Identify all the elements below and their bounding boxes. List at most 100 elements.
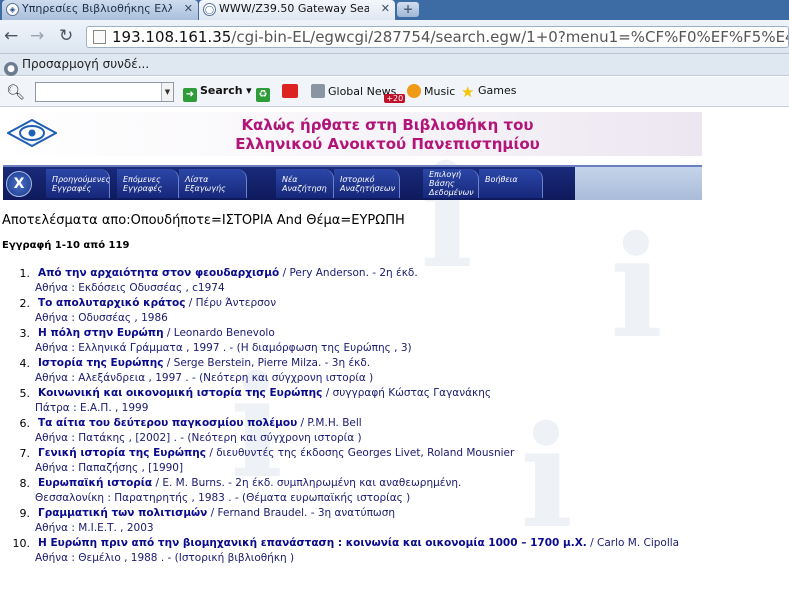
record-title-link[interactable]: Ιστορία της Ευρώπης xyxy=(38,357,163,369)
list-item: 10. Η Ευρώπη πριν από την βιομηχανική επ… xyxy=(0,536,789,566)
news-icon xyxy=(311,84,325,98)
chevron-down-icon[interactable]: ▼ xyxy=(161,83,173,101)
games-label: Games xyxy=(478,84,517,97)
record-responsibility: / Πέρυ Άντερσον xyxy=(185,297,277,309)
nav-export-list[interactable]: Λίστα Εξαγωγής xyxy=(179,169,247,198)
tab-z3950-gateway[interactable]: ◯ WWW/Z39.50 Gateway Sear ✕ xyxy=(199,0,395,20)
toolbar-search-button[interactable]: ➜ Search ▾ xyxy=(183,84,252,102)
nav-new-search[interactable]: Νέα Αναζήτηση xyxy=(276,169,334,198)
music-icon xyxy=(407,84,421,98)
library-navbar: X Προηγούμενες Εγγραφές Επόμενες Εγγραφέ… xyxy=(3,165,702,200)
record-title-link[interactable]: Από την αρχαιότητα στον φεουδαρχισμό xyxy=(38,267,279,279)
record-responsibility: / Fernand Braudel. - 3η ανατύπωση xyxy=(207,507,396,519)
globe-favicon-icon: ◯ xyxy=(203,3,216,16)
toolbar-music-button[interactable]: Music xyxy=(407,84,455,98)
record-number: 1. xyxy=(19,267,31,280)
record-responsibility: / Leonardo Benevolo xyxy=(163,327,275,339)
results-heading: Αποτελέσματα απο:Οπουδήποτε=ΙΣΤΟΡΙΑ And … xyxy=(2,213,405,228)
bookmark-customize[interactable]: ● Προσαρμογή συνδέ... xyxy=(4,57,149,76)
search-icon[interactable]: 🔍︎ xyxy=(6,83,25,101)
list-item: 3. Η πόλη στην Ευρώπη / Leonardo Benevol… xyxy=(0,326,789,356)
tab-library-services[interactable]: ◈ Υπηρεσίες Βιβλιοθήκης Ελλ ✕ xyxy=(2,0,198,20)
tab-title: Υπηρεσίες Βιβλιοθήκης Ελλ xyxy=(22,2,172,15)
address-host: 193.108.161.35 xyxy=(112,28,232,46)
globe-icon: ● xyxy=(4,62,18,76)
list-item: 7. Γενική ιστορία της Ευρώπης / διευθυντ… xyxy=(0,446,789,476)
toolbar-recycle-button[interactable]: ♻ xyxy=(256,84,273,102)
star-icon: ★ xyxy=(461,83,475,101)
forward-arrow-icon[interactable]: → xyxy=(30,27,44,45)
record-number: 7. xyxy=(19,447,31,460)
toolbar-global-news-button[interactable]: Global News+20 xyxy=(311,84,406,103)
record-publication: Αθήνα : Ελληνικά Γράμματα , 1997 . - (Η … xyxy=(35,342,412,354)
record-title-link[interactable]: Κοινωνική και οικονομική ιστορία της Ευρ… xyxy=(38,387,322,399)
record-publication: Αθήνα : Πατάκης , [2002] . - (Νεότερη κα… xyxy=(35,432,362,444)
list-item: 6. Τα αίτια του δεύτερου παγκοσμίου πολέ… xyxy=(0,416,789,446)
address-bar[interactable]: 193.108.161.35/cgi-bin-EL/egwcgi/287754/… xyxy=(86,26,789,48)
banner-university-line: Ελληνικού Ανοικτού Πανεπιστημίου xyxy=(235,135,540,153)
record-responsibility: / συγγραφή Κώστας Γαγανάκης xyxy=(322,387,492,399)
navbar-tail xyxy=(575,167,702,200)
record-publication: Θεσσαλονίκη : Παρατηρητής , 1983 . - (Θέ… xyxy=(35,492,411,504)
record-title-link[interactable]: Η Ευρώπη πριν από την βιομηχανική επανάσ… xyxy=(38,537,587,549)
record-number: 4. xyxy=(19,357,31,370)
reload-icon[interactable]: ↻ xyxy=(59,27,73,45)
bookmark-label: Προσαρμογή συνδέ... xyxy=(22,57,150,71)
list-item: 9. Γραμματική των πολιτισμών / Fernand B… xyxy=(0,506,789,536)
record-publication: Αθήνα : Οδυσσέας , 1986 xyxy=(35,312,168,324)
recycle-icon: ♻ xyxy=(256,88,270,102)
record-title-link[interactable]: Γραμματική των πολιτισμών xyxy=(38,507,207,519)
search-label: Search xyxy=(200,84,243,97)
nav-search-history[interactable]: Ιστορικό Αναζητήσεων xyxy=(334,169,400,198)
arrow-right-icon: ➜ xyxy=(183,88,197,102)
new-tab-button[interactable]: + xyxy=(397,2,419,17)
page-content: i i i i Καλώς ήρθατε στη Βιβλιοθήκη του … xyxy=(0,108,789,590)
youtube-icon xyxy=(282,84,298,98)
record-publication: Αθήνα : Παπαζήσης , [1990] xyxy=(35,462,184,474)
list-item: 5. Κοινωνική και οικονομική ιστορία της … xyxy=(0,386,789,416)
record-title-link[interactable]: Το απολυταρχικό κράτος xyxy=(38,297,185,309)
record-title-link[interactable]: Ευρωπαϊκή ιστορία xyxy=(38,477,152,489)
list-item: 1. Από την αρχαιότητα στον φεουδαρχισμό … xyxy=(0,266,789,296)
nav-next-records[interactable]: Επόμενες Εγγραφές xyxy=(117,169,179,198)
bookmarks-bar: ● Προσαρμογή συνδέ... xyxy=(0,54,789,76)
record-responsibility: / διευθυντές της έκδοσης Georges Livet, … xyxy=(206,447,515,459)
list-item: 8. Ευρωπαϊκή ιστορία / E. M. Burns. - 2η… xyxy=(0,476,789,506)
close-tab-icon[interactable]: ✕ xyxy=(381,2,390,15)
record-number: 5. xyxy=(19,387,31,400)
record-title-link[interactable]: Τα αίτια του δεύτερου παγκοσμίου πολέμου xyxy=(38,417,297,429)
record-number: 6. xyxy=(19,417,31,430)
music-label: Music xyxy=(424,85,456,98)
record-responsibility: / Serge Berstein, Pierre Milza. - 3η έκδ… xyxy=(163,357,371,369)
record-responsibility: / E. M. Burns. - 2η έκδ. συμπληρωμένη κα… xyxy=(152,477,462,489)
browser-toolbar: ← → ↻ 193.108.161.35/cgi-bin-EL/egwcgi/2… xyxy=(0,20,789,54)
record-title-link[interactable]: Γενική ιστορία της Ευρώπης xyxy=(38,447,206,459)
toolbar-search-input[interactable]: ▼ xyxy=(35,82,174,102)
record-number: 8. xyxy=(19,477,31,490)
record-responsibility: / Carlo M. Cipolla xyxy=(586,537,680,549)
nav-previous-records[interactable]: Προηγούμενες Εγγραφές xyxy=(46,169,110,198)
back-arrow-icon[interactable]: ← xyxy=(4,27,18,45)
record-publication: Αθήνα : Αλεξάνδρεια , 1997 . - (Νεότερη … xyxy=(35,372,374,384)
record-publication: Αθήνα : Θεμέλιο , 1988 . - (Ιστορική βιβ… xyxy=(35,552,295,564)
close-tab-icon[interactable]: ✕ xyxy=(184,2,193,15)
nav-select-database[interactable]: Επιλογή Βάσης Δεδομένων xyxy=(423,169,479,198)
record-publication: Αθήνα : Εκδόσεις Οδυσσέας , c1974 xyxy=(35,282,225,294)
record-number: 10. xyxy=(12,537,31,550)
addon-toolbar: 🔍︎ ▼ ➜ Search ▾ ♻ Global News+20 Music ★ G… xyxy=(0,77,789,107)
tab-strip: ◈ Υπηρεσίες Βιβλιοθήκης Ελλ ✕ ◯ WWW/Z39.… xyxy=(0,0,789,20)
library-banner: Καλώς ήρθατε στη Βιβλιοθήκη του Ελληνικο… xyxy=(3,112,702,156)
close-session-button[interactable]: X xyxy=(6,171,32,197)
list-item: 4. Ιστορία της Ευρώπης / Serge Berstein,… xyxy=(0,356,789,386)
toolbar-games-button[interactable]: ★ Games xyxy=(461,83,517,101)
nav-help[interactable]: Βοήθεια xyxy=(479,169,543,198)
record-responsibility: / Pery Anderson. - 2η έκδ. xyxy=(279,267,418,279)
page-icon xyxy=(93,30,106,44)
record-publication: Αθήνα : Μ.Ι.Ε.Τ. , 2003 xyxy=(35,522,154,534)
record-title-link[interactable]: Η πόλη στην Ευρώπη xyxy=(38,327,164,339)
toolbar-youtube-button[interactable] xyxy=(282,84,301,98)
record-number: 9. xyxy=(19,507,31,520)
record-publication: Πάτρα : Ε.Α.Π. , 1999 xyxy=(35,402,149,414)
record-number: 2. xyxy=(19,297,31,310)
record-responsibility: / P.M.H. Bell xyxy=(297,417,362,429)
